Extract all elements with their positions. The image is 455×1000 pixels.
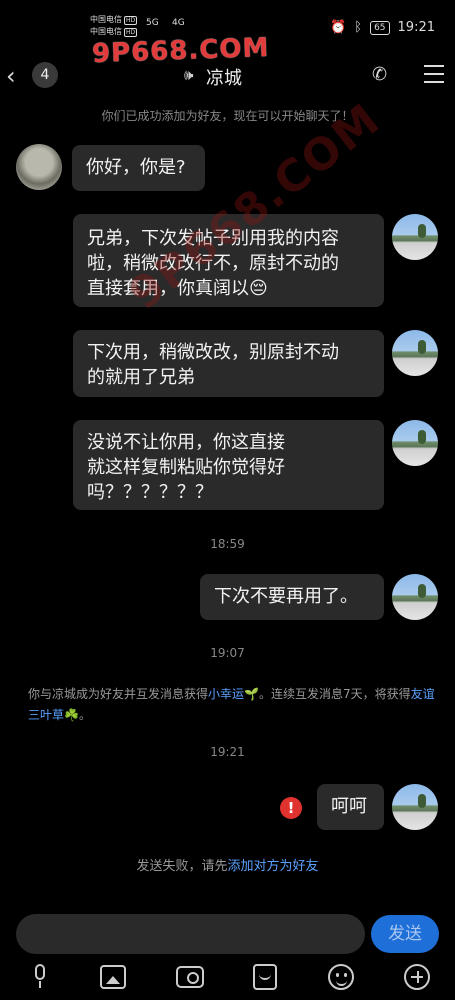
signal-5g-icon: 5G [146, 18, 159, 28]
add-friend-link[interactable]: 添加对方为好友 [228, 859, 319, 874]
notice-text: 。 [78, 708, 91, 722]
message-bubble-sent[interactable]: 兄弟，下次发帖子别用我的内容 啦，稍微改改行不，原封不动的 直接套用，你真阔以😔 [73, 214, 384, 307]
hd-badge-1: HD [124, 16, 138, 25]
message-text: 没说不让你用，你这直接 就这样复制粘贴你觉得好 吗？？？？？？ [87, 432, 285, 503]
message-text: 你好，你是? [86, 157, 186, 178]
phone-call-icon[interactable]: ✆ [372, 64, 387, 85]
signal-4g-icon: 4G [172, 18, 185, 28]
message-text: 兄弟，下次发帖子别用我的内容 啦，稍微改改行不，原封不动的 直接套用，你真阔以😔 [87, 228, 339, 299]
my-avatar[interactable] [392, 574, 438, 620]
message-input[interactable] [16, 914, 365, 954]
status-right: ⏰ ᛒ 65 19:21 [330, 20, 435, 35]
back-button[interactable]: ‹ [6, 62, 16, 90]
voice-icon[interactable] [26, 962, 54, 990]
message-text: 下次不要再用了。 [214, 586, 358, 607]
message-bubble-received[interactable]: 你好，你是? [72, 145, 205, 191]
sticker-icon[interactable] [253, 964, 277, 990]
menu-icon[interactable] [424, 65, 444, 83]
fail-text: 发送失败，请先 [136, 859, 228, 874]
carrier-info: 中国电信 HD 中国电信 HD [90, 14, 138, 38]
my-avatar[interactable] [392, 214, 438, 260]
my-avatar[interactable] [392, 330, 438, 376]
chat-header: ‹ 4 🕪 凉城 ✆ [0, 58, 455, 94]
message-bubble-sent[interactable]: 下次用，稍微改改，别原封不动 的就用了兄弟 [73, 330, 384, 397]
alarm-icon: ⏰ [330, 20, 347, 35]
hd-badge-2: HD [124, 28, 138, 37]
my-avatar[interactable] [392, 420, 438, 466]
battery-icon: 65 [370, 20, 390, 35]
message-bubble-sent[interactable]: 没说不让你用，你这直接 就这样复制粘贴你觉得好 吗？？？？？？ [73, 420, 384, 510]
send-failed-hint: 发送失败，请先添加对方为好友 [0, 855, 455, 874]
unread-badge[interactable]: 4 [32, 62, 58, 88]
message-text: 下次用，稍微改改，别原封不动 的就用了兄弟 [87, 342, 339, 388]
more-icon[interactable] [404, 964, 430, 990]
friend-added-hint: 你们已成功添加为好友，现在可以开始聊天了！ [101, 109, 354, 123]
send-failed-icon[interactable]: ! [280, 797, 302, 819]
contact-avatar[interactable] [16, 144, 62, 190]
input-toolbar [0, 962, 455, 992]
timestamp: 18:59 [210, 537, 245, 551]
earpiece-mode-icon: 🕪 [184, 66, 194, 84]
bluetooth-icon: ᛒ [354, 20, 363, 35]
lucky-link[interactable]: 小幸运🌱 [208, 687, 259, 701]
carrier-1: 中国电信 [90, 15, 122, 24]
friendship-notice: 你与凉城成为好友并互发消息获得小幸运🌱。连续互发消息7天，将获得友谊三叶草☘️。 [28, 684, 438, 726]
chat-title: 凉城 [206, 68, 242, 89]
timestamp: 19:07 [210, 646, 245, 660]
clock: 19:21 [397, 20, 435, 35]
image-icon[interactable] [100, 965, 126, 989]
timestamp: 19:21 [210, 745, 245, 759]
notice-text: 你与凉城成为好友并互发消息获得 [28, 687, 209, 701]
my-avatar[interactable] [392, 784, 438, 830]
emoji-icon[interactable] [328, 964, 354, 990]
send-button[interactable]: 发送 [371, 915, 439, 953]
notice-text: 。连续互发消息7天，将获得 [258, 687, 411, 701]
camera-icon[interactable] [176, 966, 204, 988]
message-bubble-sent[interactable]: 下次不要再用了。 [200, 574, 384, 620]
message-bubble-sent[interactable]: 呵呵 [317, 784, 384, 830]
message-text: 呵呵 [331, 796, 367, 817]
carrier-2: 中国电信 [90, 27, 122, 36]
